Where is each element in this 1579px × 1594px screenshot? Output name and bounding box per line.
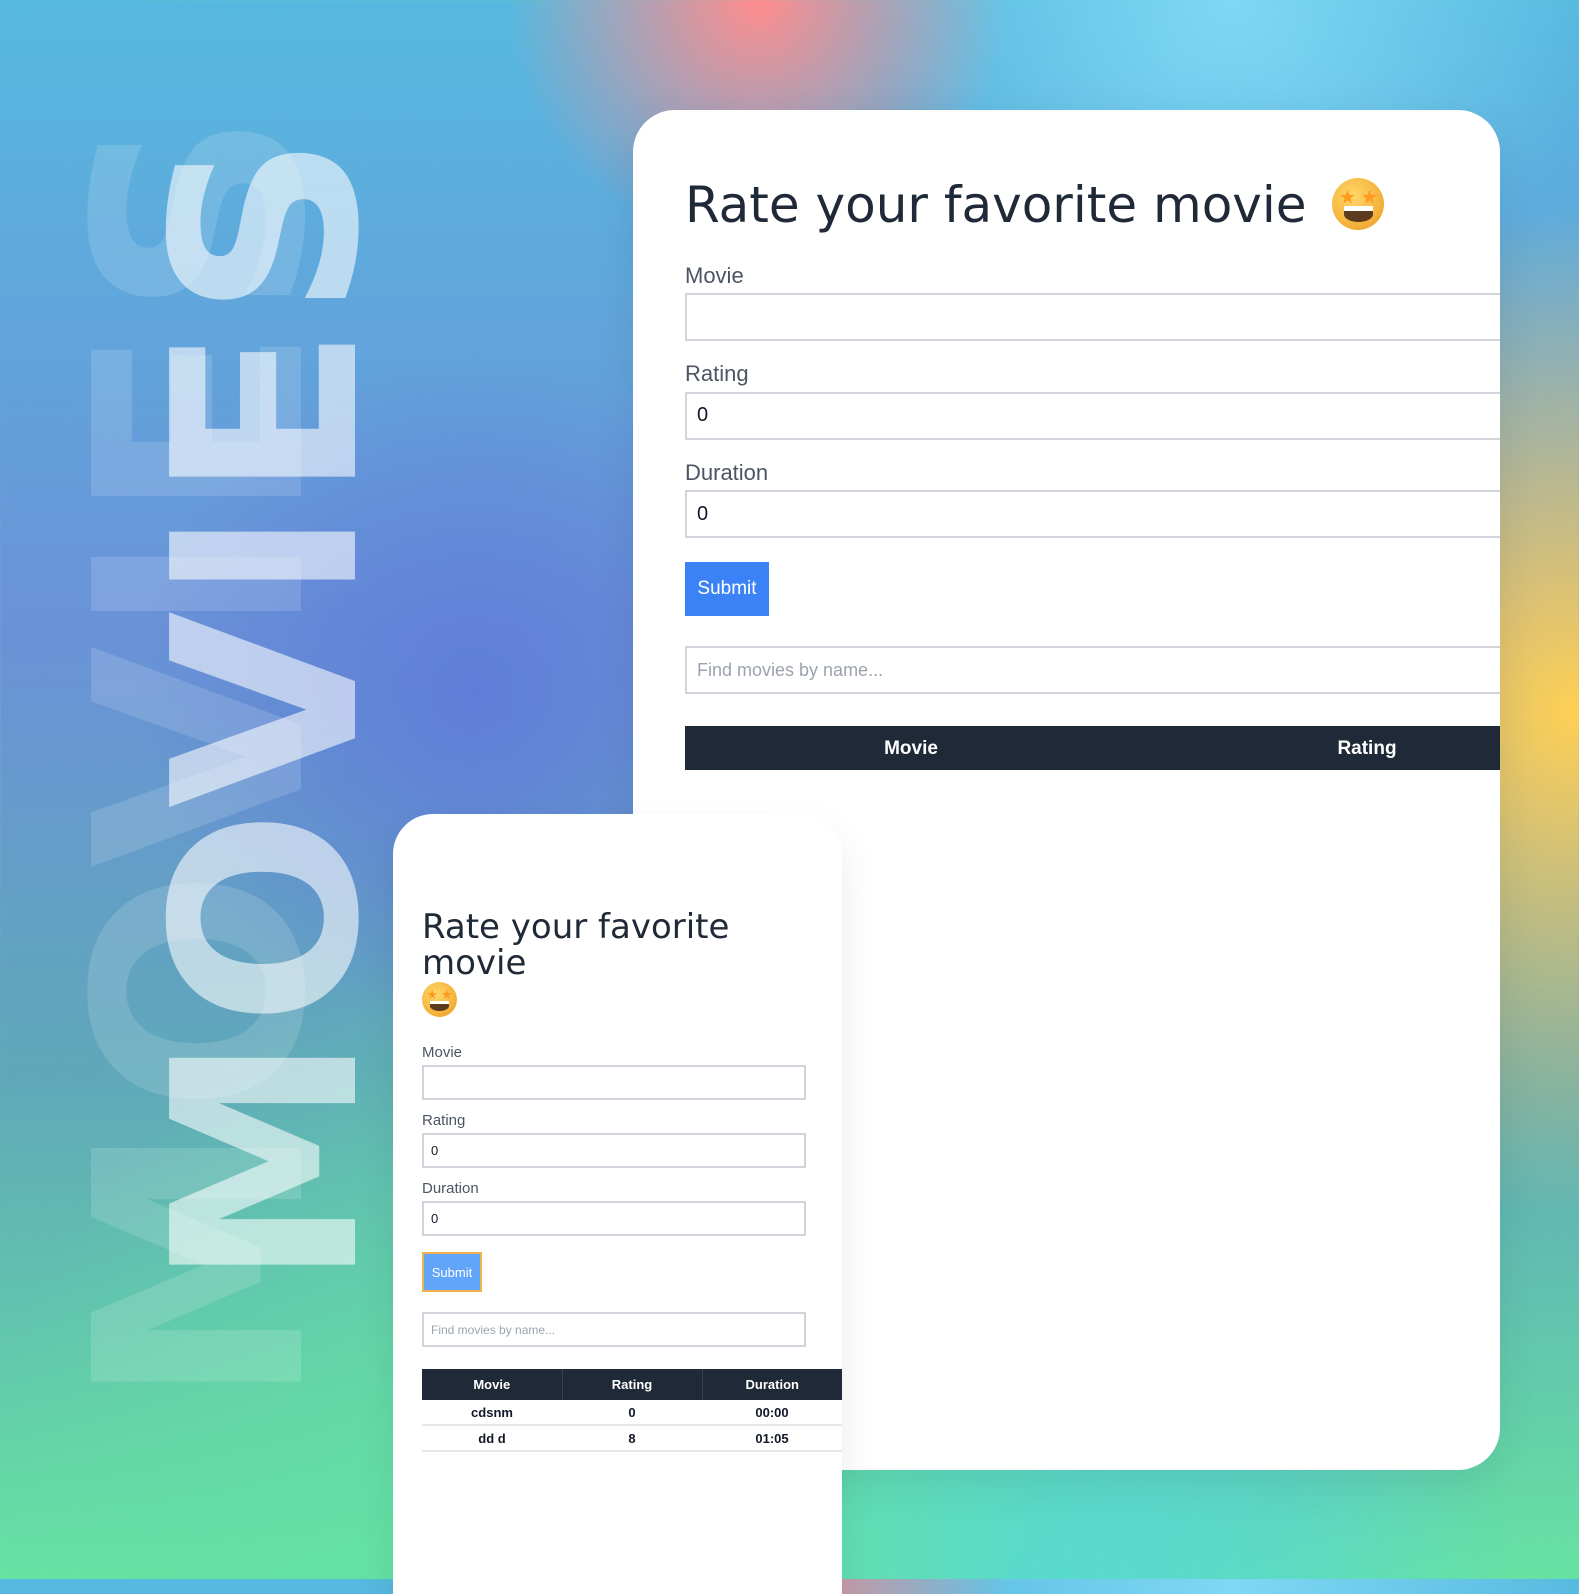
star-struck-emoji-icon	[422, 981, 457, 1017]
star-eye-left-icon	[427, 989, 438, 999]
mobile-page-title-text: Rate your favorite movie	[422, 907, 730, 984]
mobile-movie-rating-card: Rate your favorite movie Movie Rating Du…	[393, 814, 842, 1594]
desktop-submit-button[interactable]: Submit	[685, 562, 769, 617]
desktop-rating-label: Rating	[685, 361, 749, 387]
desktop-rating-input[interactable]	[685, 391, 1500, 440]
duration-cell: 00:00	[702, 1400, 842, 1427]
mobile-form-container: Rate your favorite movie Movie Rating Du…	[422, 909, 842, 1453]
star-eye-right-icon	[1361, 189, 1377, 204]
table-row: dd d 8 01:05	[422, 1425, 842, 1453]
desktop-movie-input[interactable]	[685, 293, 1500, 342]
desktop-table-header-rating: Rating	[1337, 738, 1397, 760]
mobile-submit-button[interactable]: Submit	[422, 1252, 482, 1293]
desktop-duration-input[interactable]	[685, 490, 1500, 539]
smile-mouth-icon	[1343, 206, 1374, 222]
rating-cell: 8	[562, 1425, 702, 1453]
mobile-table-header-row: Movie Rating Duration	[422, 1369, 842, 1401]
mobile-table-header-rating: Rating	[562, 1369, 703, 1401]
desktop-form-container: Rate your favorite movie Movie Rating Du…	[685, 176, 1500, 771]
mobile-table-header-movie: Movie	[422, 1369, 563, 1401]
desktop-movie-label: Movie	[685, 263, 744, 288]
rating-cell: 0	[562, 1400, 702, 1427]
mobile-search-input[interactable]	[422, 1312, 806, 1348]
mobile-movie-label: Movie	[422, 1044, 463, 1062]
star-eye-right-icon	[441, 989, 452, 999]
desktop-page-title-text: Rate your favorite movie	[685, 176, 1307, 234]
desktop-table-header: Movie Rating	[685, 726, 1500, 771]
desktop-table-header-movie: Movie	[884, 738, 938, 760]
mobile-rating-input[interactable]	[422, 1133, 806, 1169]
smile-mouth-icon	[429, 1000, 450, 1012]
mobile-movie-input[interactable]	[422, 1065, 806, 1101]
desktop-duration-label: Duration	[685, 459, 769, 485]
desktop-search-input[interactable]	[685, 646, 1500, 695]
mobile-page-title: Rate your favorite movie	[422, 909, 814, 1020]
mobile-duration-label: Duration	[422, 1180, 479, 1198]
duration-cell: 01:05	[702, 1425, 842, 1453]
background-movies-word: MOVIES	[34, 102, 369, 1408]
background-movies-word: MOVIES	[119, 126, 416, 1288]
mobile-table-header-duration: Duration	[702, 1369, 842, 1401]
mobile-movies-table: Movie Rating Duration cdsnm 0 00:00 dd d…	[422, 1369, 842, 1453]
mobile-rating-label: Rating	[422, 1112, 466, 1130]
desktop-page-title: Rate your favorite movie	[685, 176, 1500, 235]
movie-cell: dd d	[422, 1425, 562, 1453]
mobile-duration-input[interactable]	[422, 1201, 806, 1237]
star-eye-left-icon	[1340, 189, 1356, 204]
table-row: cdsnm 0 00:00	[422, 1400, 842, 1427]
star-struck-emoji-icon	[1332, 178, 1385, 230]
movie-cell: cdsnm	[422, 1400, 562, 1427]
